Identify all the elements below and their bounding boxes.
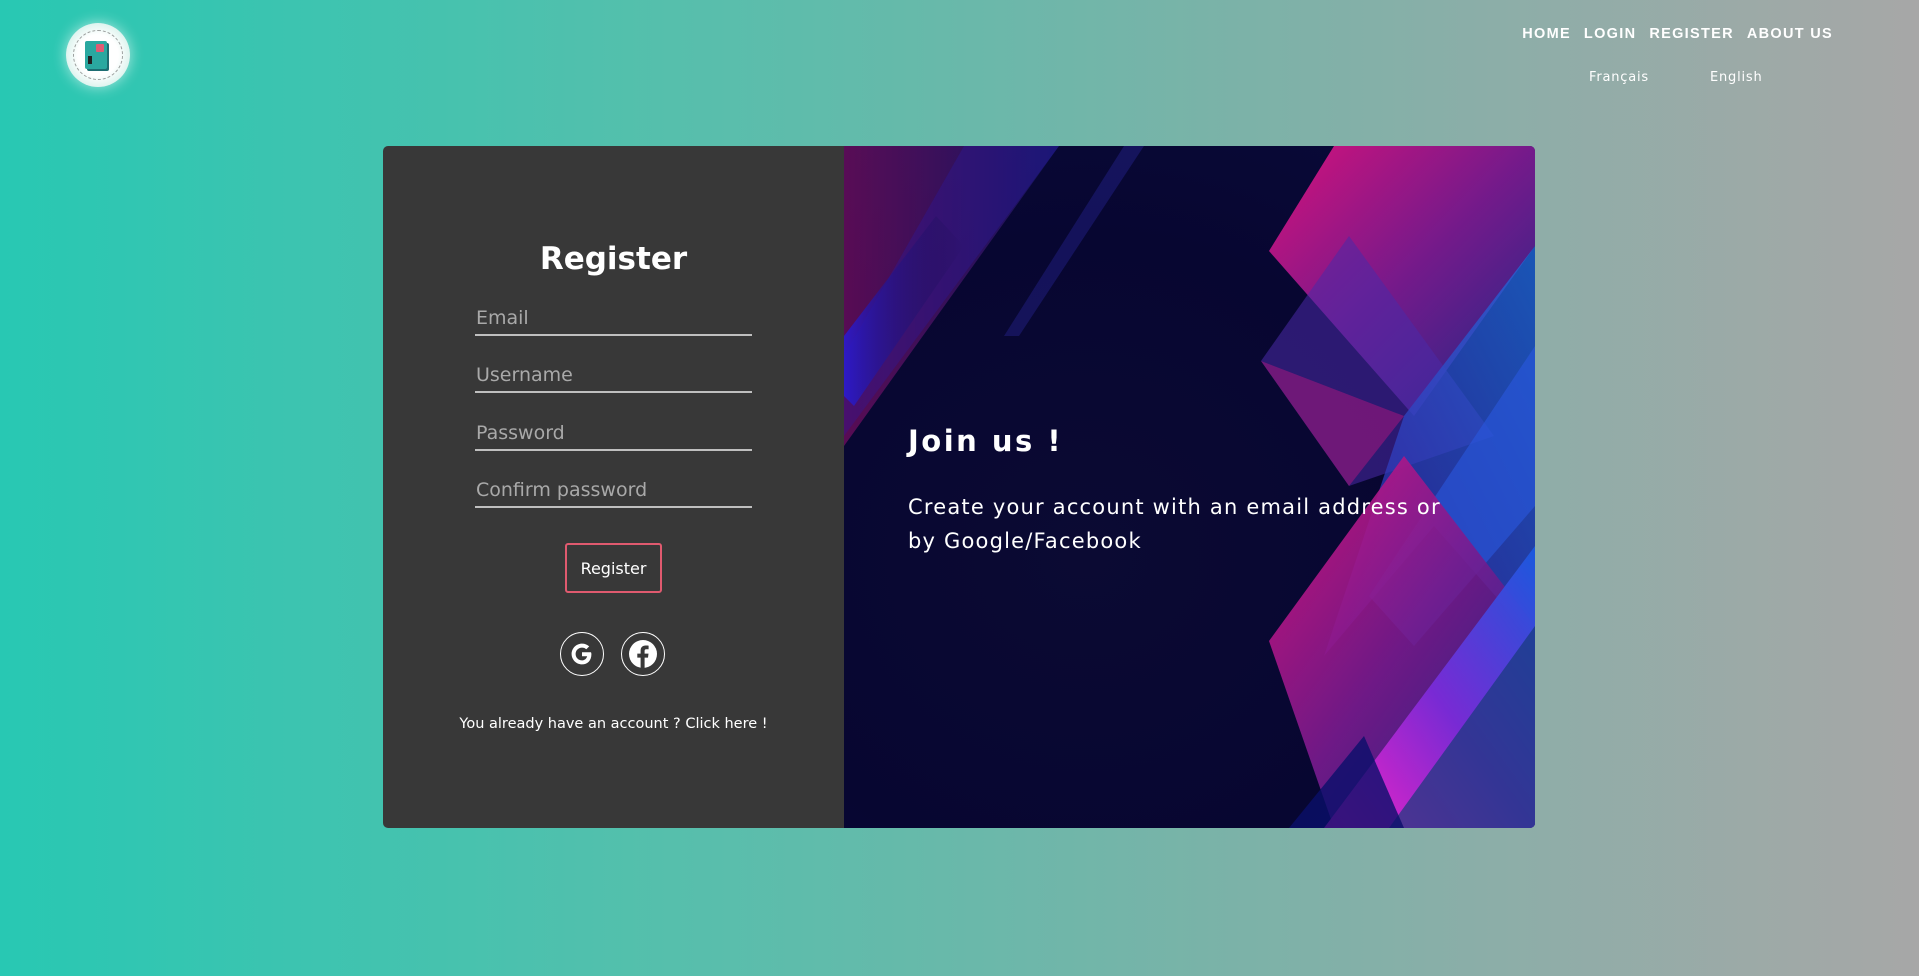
language-english[interactable]: English (1710, 70, 1763, 85)
login-prompt-text: You already have an account ? (459, 716, 686, 732)
book-logo-icon (85, 41, 107, 69)
google-icon (571, 643, 592, 665)
top-nav: HOME LOGIN REGISTER ABOUT US (1522, 26, 1833, 42)
nav-register[interactable]: REGISTER (1649, 26, 1734, 42)
abstract-background-image (844, 146, 1535, 828)
username-field[interactable] (475, 359, 752, 393)
register-button[interactable]: Register (565, 543, 662, 593)
facebook-icon (629, 640, 657, 668)
register-form-panel: Register Register You already have an ac… (383, 146, 844, 828)
password-field[interactable] (475, 417, 752, 451)
login-prompt: You already have an account ? Click here… (383, 716, 844, 732)
promo-text: Create your account with an email addres… (908, 495, 1441, 553)
language-french[interactable]: Français (1589, 70, 1649, 85)
register-title: Register (539, 241, 688, 277)
site-logo[interactable] (66, 23, 130, 87)
confirm-password-field[interactable] (475, 474, 752, 508)
promo-panel: Join us ! Create your account with an em… (844, 146, 1535, 828)
google-login-button[interactable] (560, 632, 604, 676)
login-link[interactable]: Click here ! (685, 716, 767, 732)
nav-login[interactable]: LOGIN (1584, 26, 1636, 42)
register-card: Register Register You already have an ac… (383, 146, 1535, 828)
promo-title: Join us ! (908, 424, 1064, 458)
facebook-login-button[interactable] (621, 632, 665, 676)
nav-home[interactable]: HOME (1522, 26, 1571, 42)
email-field[interactable] (475, 302, 752, 336)
nav-about-us[interactable]: ABOUT US (1747, 26, 1833, 42)
